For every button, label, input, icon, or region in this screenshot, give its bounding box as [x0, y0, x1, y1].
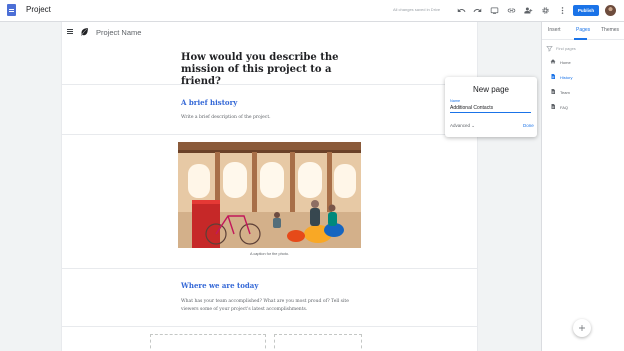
- undo-icon[interactable]: [456, 5, 467, 16]
- share-icon[interactable]: [523, 5, 534, 16]
- link-icon[interactable]: [506, 5, 517, 16]
- filter-icon: [546, 46, 553, 52]
- sites-logo-icon[interactable]: [7, 4, 16, 16]
- section-divider: [62, 84, 477, 85]
- settings-icon[interactable]: [540, 5, 551, 16]
- publish-button[interactable]: Publish: [573, 5, 599, 16]
- page-item-label: FAQ: [560, 104, 569, 110]
- chevron-down-icon: ⌄: [471, 123, 476, 128]
- find-pages-field[interactable]: Find pages: [546, 44, 621, 53]
- advanced-toggle[interactable]: Advanced ⌄: [450, 123, 475, 129]
- panel-tabs: Insert Pages Themes: [542, 22, 624, 40]
- dialog-title: New page: [472, 85, 510, 94]
- find-pages-placeholder: Find pages: [556, 46, 576, 51]
- page-item-home[interactable]: Home: [550, 58, 620, 66]
- active-tab-indicator: [574, 38, 587, 40]
- tab-insert[interactable]: Insert: [548, 27, 561, 33]
- page-icon: [551, 89, 555, 94]
- add-page-button[interactable]: [573, 319, 591, 337]
- page-item-faq[interactable]: FAQ: [550, 103, 620, 111]
- page-item-label: Team: [560, 89, 570, 95]
- page-icon: [551, 74, 555, 79]
- section-title-history[interactable]: A brief history: [181, 98, 237, 107]
- page-icon: [551, 104, 555, 109]
- leaf-logo-icon: [81, 28, 88, 36]
- home-icon: [550, 59, 556, 64]
- side-panel: Insert Pages Themes Find pages Home Hist…: [541, 22, 624, 351]
- page-item-label: History: [560, 74, 573, 80]
- plus-icon: [579, 325, 585, 331]
- hero-title[interactable]: How would you describe the mission of th…: [181, 52, 366, 88]
- tab-pages[interactable]: Pages: [576, 27, 590, 33]
- tab-themes[interactable]: Themes: [601, 27, 619, 33]
- section-divider: [62, 326, 477, 327]
- advanced-label: Advanced: [450, 123, 471, 128]
- site-header: Project Name: [62, 22, 477, 44]
- section-divider: [62, 268, 477, 269]
- section-divider: [62, 134, 477, 135]
- avatar[interactable]: [605, 5, 616, 16]
- page-item-label: Home: [560, 59, 571, 65]
- image-placeholder[interactable]: [150, 334, 266, 351]
- section-body-today[interactable]: What has your team accomplished? What ar…: [181, 298, 361, 313]
- site-canvas: Project Name How would you describe the …: [61, 22, 478, 351]
- office-photo[interactable]: [178, 142, 361, 248]
- new-page-dialog: New page Name Advanced ⌄ Done: [445, 77, 537, 137]
- page-item-history[interactable]: History: [550, 73, 620, 81]
- page-item-team[interactable]: Team: [550, 88, 620, 96]
- project-name[interactable]: Project Name: [96, 28, 141, 37]
- section-title-today[interactable]: Where we are today: [181, 281, 258, 290]
- document-title[interactable]: Project: [26, 5, 51, 14]
- done-button[interactable]: Done: [523, 123, 534, 128]
- page-name-input[interactable]: [450, 104, 531, 113]
- image-placeholder[interactable]: [274, 334, 362, 351]
- menu-icon[interactable]: [67, 29, 73, 34]
- save-status: All changes saved in Drive: [393, 7, 441, 12]
- name-field-label: Name: [450, 99, 461, 103]
- redo-icon[interactable]: [472, 5, 483, 16]
- section-body-history[interactable]: Write a brief description of the project…: [181, 114, 361, 122]
- more-vert-icon[interactable]: [557, 5, 568, 16]
- top-bar: Project All changes saved in Drive Publi…: [0, 0, 624, 22]
- photo-caption[interactable]: A caption for the photo.: [178, 252, 361, 256]
- preview-icon[interactable]: [489, 5, 500, 16]
